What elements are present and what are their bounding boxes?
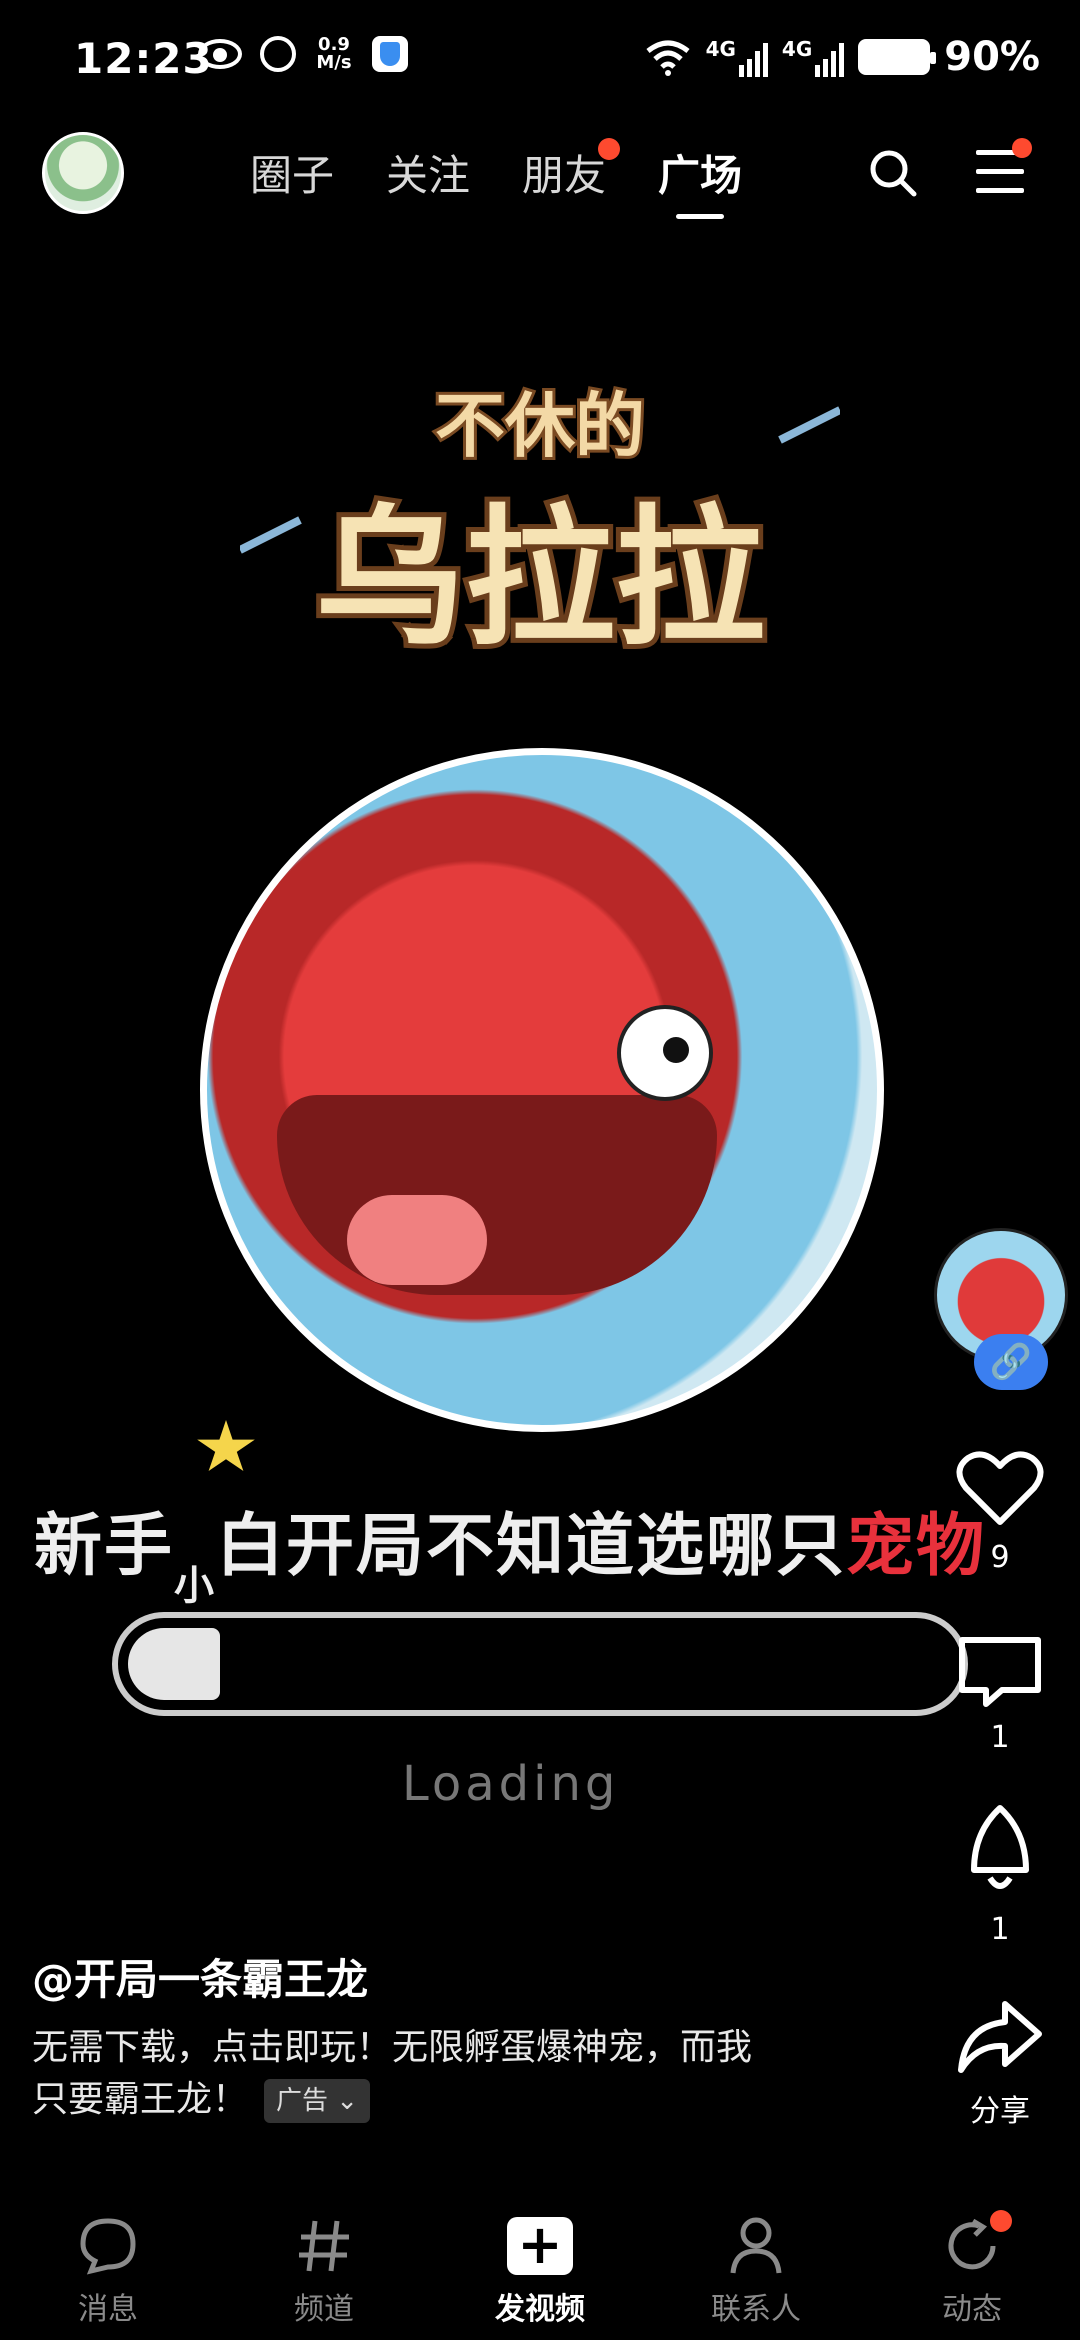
loading-bar [112, 1612, 968, 1716]
ad-label: 广告 [276, 2086, 329, 2116]
game-logo: 不休的 乌拉拉 [240, 382, 840, 671]
alarm-icon [260, 36, 296, 72]
boost-button[interactable]: 1 [932, 1804, 1068, 1947]
chat-bubble-icon [80, 2218, 136, 2275]
network-type-2: 4G [781, 37, 813, 61]
nav-feed[interactable]: 动态 [892, 2210, 1052, 2328]
caption-small: 小 [174, 1563, 217, 1609]
comment-count: 1 [990, 1720, 1010, 1755]
ad-tag[interactable]: 广告 ⌄ [264, 2079, 371, 2123]
like-count: 9 [990, 1540, 1010, 1575]
caption-part1: 新手 [34, 1507, 175, 1586]
bottom-nav: 消息 频道 + 发视频 联系人 动态 [0, 2196, 1080, 2340]
battery-icon [858, 39, 937, 75]
nav-feed-label: 动态 [942, 2292, 1002, 2327]
boost-count: 1 [990, 1912, 1010, 1947]
nav-contacts-label: 联系人 [711, 2292, 801, 2327]
nav-post-video-label: 发视频 [495, 2292, 585, 2327]
nav-channels-label: 频道 [294, 2292, 354, 2327]
description-line-1: 无需下载，点击即玩！无限孵蛋爆神宠，而我 [32, 2027, 753, 2068]
rocket-icon [971, 1805, 1029, 1889]
author-name[interactable]: @开局一条霸王龙 [32, 1946, 368, 2007]
comment-button[interactable]: 1 [932, 1636, 1068, 1755]
dinosaur-image [200, 748, 884, 1432]
search-icon[interactable] [868, 148, 918, 198]
tab-square[interactable]: 广场 [658, 142, 742, 219]
person-icon [730, 2217, 782, 2274]
nav-post-video[interactable]: + 发视频 [460, 2214, 620, 2328]
shield-icon [372, 36, 408, 72]
like-button[interactable]: 9 [932, 1448, 1068, 1575]
signal-icon: 4G [706, 37, 768, 77]
nav-messages-label: 消息 [78, 2292, 138, 2327]
link-icon[interactable]: 🔗 [974, 1334, 1048, 1390]
nav-contacts[interactable]: 联系人 [676, 2214, 836, 2328]
signal-icon-2: 4G [781, 37, 845, 77]
network-type: 4G [705, 37, 736, 61]
nav-channels[interactable]: 频道 [244, 2214, 404, 2328]
heart-icon [956, 1451, 1044, 1525]
svg-text:乌拉拉: 乌拉拉 [315, 492, 765, 666]
user-avatar[interactable] [42, 132, 124, 214]
comment-icon [959, 1637, 1041, 1707]
top-nav: 圈子 关注 朋友 广场 [0, 128, 1080, 224]
hash-icon [299, 2220, 349, 2272]
feed-notification-dot [990, 2210, 1012, 2232]
loading-fill [128, 1628, 220, 1700]
description-line-2: 只要霸王龙！ [32, 2079, 249, 2120]
loading-text: Loading [402, 1756, 620, 1812]
battery-level: 90% [944, 34, 1040, 80]
notification-dot [598, 138, 621, 160]
video-caption: 新手小白开局不知道选哪只宠物 [34, 1490, 986, 1609]
svg-text:不休的: 不休的 [435, 385, 645, 467]
tab-circle[interactable]: 圈子 [250, 142, 334, 219]
share-button[interactable]: 分享 [932, 2000, 1068, 2130]
share-arrow-icon [958, 2001, 1042, 2073]
post-description[interactable]: 无需下载，点击即玩！无限孵蛋爆神宠，而我 只要霸王龙！ 广告 ⌄ [32, 2022, 792, 2126]
tab-following[interactable]: 关注 [386, 142, 470, 219]
clock: 12:23 [74, 34, 213, 83]
share-label: 分享 [970, 2094, 1030, 2129]
caption-part2: 白开局不知道选哪只 [216, 1507, 847, 1586]
menu-icon[interactable] [976, 138, 1032, 194]
chevron-down-icon: ⌄ [336, 2086, 359, 2116]
plus-icon: + [507, 2217, 573, 2275]
status-bar: 12:23 0.9 M/s 4G 4G 90% [0, 0, 1080, 120]
nav-messages[interactable]: 消息 [28, 2214, 188, 2328]
tab-friends-label: 朋友 [522, 151, 607, 200]
menu-notification-dot [1012, 138, 1032, 158]
wifi-icon [646, 40, 690, 76]
star-icon [197, 1420, 255, 1471]
eye-icon [198, 39, 242, 69]
tab-friends[interactable]: 朋友 [522, 138, 621, 219]
network-speed: 0.9 M/s [316, 34, 352, 73]
